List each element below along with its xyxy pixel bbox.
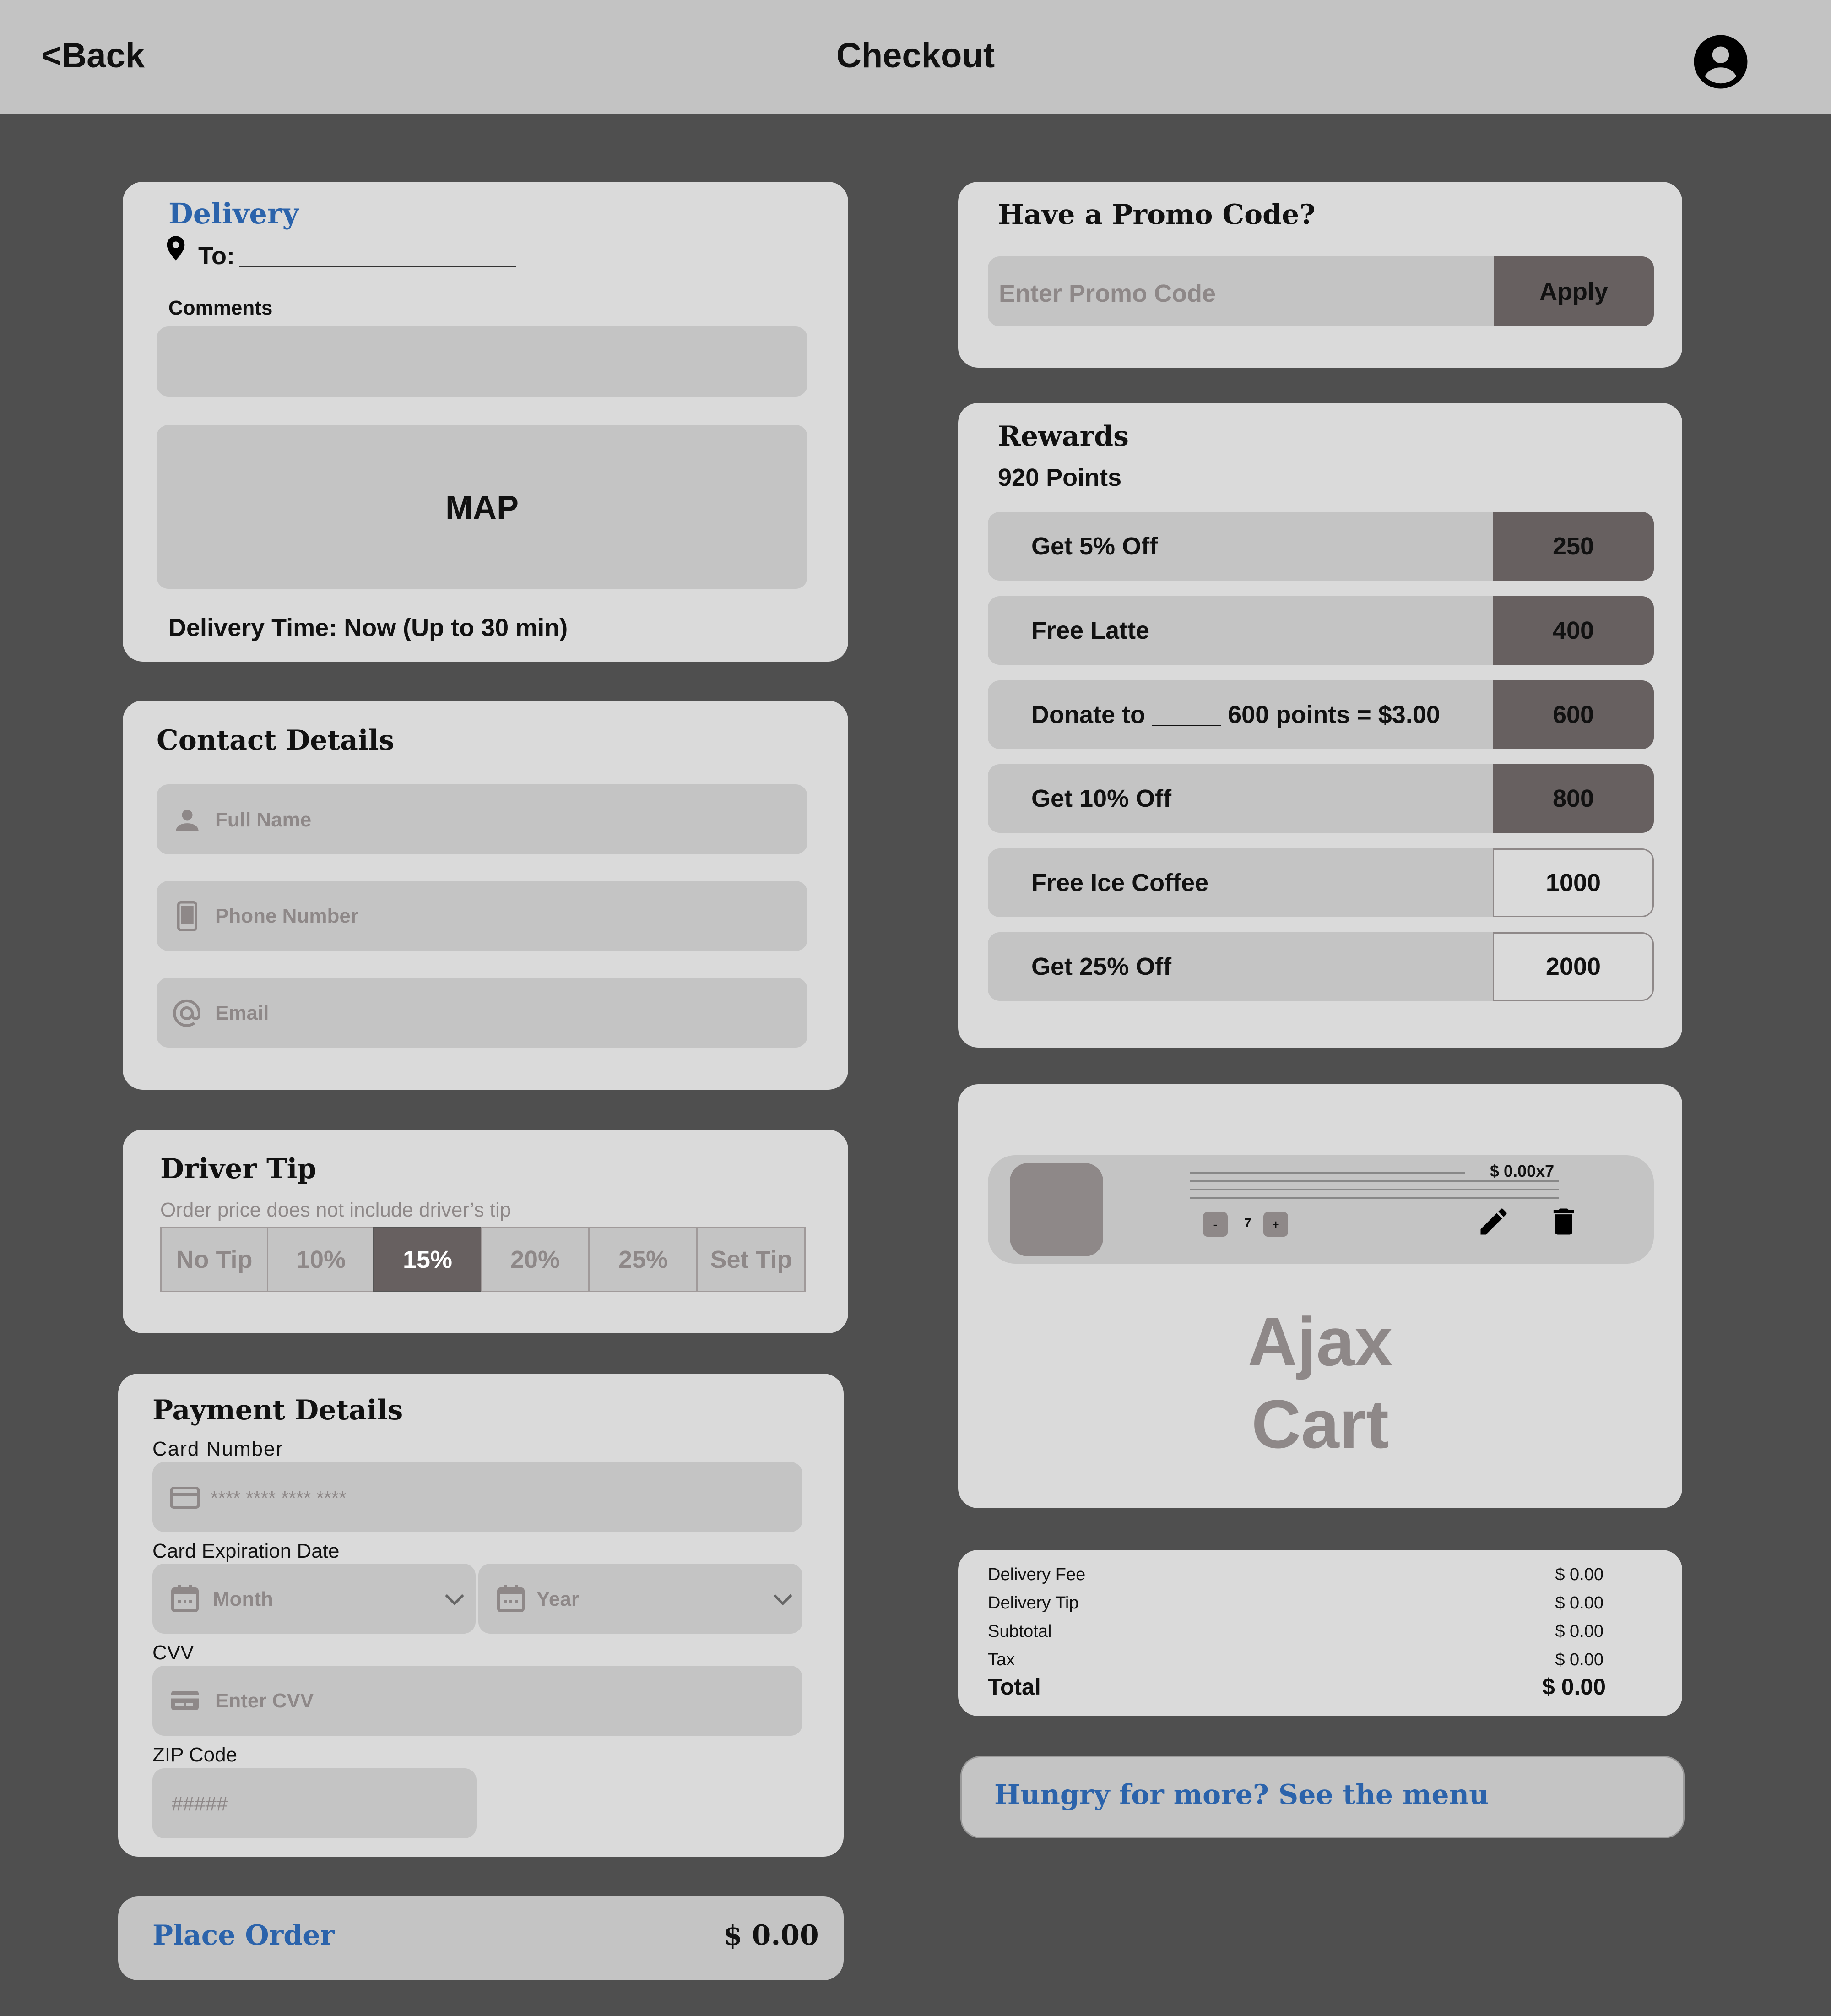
comments-input[interactable] [157,326,807,397]
see-menu-label: Hungry for more? See the menu [994,1779,1489,1811]
phone-icon [177,901,197,931]
cart-item-line [1190,1197,1559,1199]
reward-redeem-button[interactable]: 250 [1493,512,1654,581]
email-placeholder: Email [215,1002,269,1024]
calendar-icon [497,1585,525,1612]
quantity-plus-button[interactable]: + [1263,1212,1288,1237]
cart-item-image [1010,1163,1103,1256]
summary-total-value: $ 0.00 [1542,1674,1606,1700]
person-icon [176,810,199,831]
edit-icon[interactable] [1476,1204,1511,1239]
promo-heading: Have a Promo Code? [998,199,1316,231]
tip-option-3[interactable]: 15% [373,1227,482,1292]
quantity-value: 7 [1244,1216,1251,1230]
reward-redeem-button[interactable]: 600 [1493,680,1654,749]
summary-label: Delivery Fee [988,1565,1086,1584]
delivery-time: Delivery Time: Now (Up to 30 min) [168,614,568,641]
contact-heading: Contact Details [157,724,395,756]
card-back-icon [171,1691,199,1710]
summary-label: Delivery Tip [988,1593,1079,1613]
summary-row: Tax $ 0.00 [988,1650,1603,1670]
cvv-placeholder: Enter CVV [215,1690,314,1712]
reward-label: Get 10% Off [1031,785,1172,812]
quantity-minus-button[interactable]: - [1203,1212,1228,1237]
reward-row: Get 10% Off 800 [988,764,1654,833]
reward-row: Get 25% Off 2000 [988,932,1654,1001]
cart-item-line [1190,1172,1465,1174]
summary-row: Subtotal $ 0.00 [988,1622,1603,1641]
tip-option-5[interactable]: 25% [589,1227,698,1292]
location-pin-icon [167,236,185,261]
tip-option-4[interactable]: 20% [481,1227,590,1292]
summary-row: Delivery Fee $ 0.00 [988,1565,1603,1585]
full-name-placeholder: Full Name [215,809,312,831]
cart-item-price: $ 0.00x7 [1490,1162,1555,1180]
year-placeholder: Year [536,1588,579,1610]
reward-row: Donate to _____ 600 points = $3.00 600 [988,680,1654,749]
comments-label: Comments [168,297,273,319]
reward-row: Free Latte 400 [988,596,1654,665]
reward-label: Free Ice Coffee [1031,869,1209,897]
payment-heading: Payment Details [152,1394,403,1426]
top-bar: <Back Checkout [0,0,1831,114]
summary-value: $ 0.00 [1555,1593,1603,1613]
summary-value: $ 0.00 [1555,1565,1603,1584]
apply-button[interactable]: Apply [1494,256,1654,326]
cart-watermark: Ajax Cart [958,1300,1682,1465]
reward-row: Free Ice Coffee 1000 [988,848,1654,917]
chevron-down-icon[interactable] [442,1587,467,1612]
summary-label: Subtotal [988,1622,1052,1641]
trash-icon[interactable] [1546,1204,1581,1239]
page-title: Checkout [836,36,995,75]
delivery-heading: Delivery [168,197,299,230]
reward-label: Get 5% Off [1031,533,1158,560]
summary-total-row: Total $ 0.00 [988,1674,1606,1700]
reward-redeem-button[interactable]: 1000 [1493,848,1654,917]
tip-option-1[interactable]: No Tip [160,1227,268,1292]
cvv-label: CVV [152,1641,194,1664]
reward-redeem-button[interactable]: 2000 [1493,932,1654,1001]
rewards-points: 920 Points [998,464,1122,491]
place-order-label: Place Order [152,1919,335,1951]
expiration-label: Card Expiration Date [152,1540,340,1562]
summary-total-label: Total [988,1674,1041,1700]
cart-watermark-line1: Ajax [1247,1303,1393,1380]
summary-value: $ 0.00 [1555,1622,1603,1641]
cart-item-line [1190,1189,1559,1190]
delivery-address-input[interactable] [239,266,516,267]
at-sign-icon [173,999,200,1027]
credit-card-icon [170,1487,200,1509]
cart-watermark-line2: Cart [1251,1386,1389,1462]
phone-placeholder: Phone Number [215,905,358,927]
reward-redeem-button[interactable]: 800 [1493,764,1654,833]
zip-placeholder: ##### [172,1793,228,1815]
zip-label: ZIP Code [152,1744,238,1766]
chevron-down-icon[interactable] [770,1587,796,1612]
map-label: MAP [445,489,519,526]
reward-label: Free Latte [1031,617,1150,644]
driver-tip-note: Order price does not include driver’s ti… [160,1199,511,1221]
summary-label: Tax [988,1650,1015,1669]
month-placeholder: Month [213,1588,273,1610]
card-number-placeholder: **** **** **** **** [211,1487,347,1509]
place-order-amount: $ 0.00 [723,1919,819,1951]
account-icon[interactable] [1693,34,1749,90]
delivery-to-label: To: [198,242,235,270]
rewards-heading: Rewards [998,420,1129,452]
tip-option-2[interactable]: 10% [267,1227,375,1292]
tip-option-6[interactable]: Set Tip [697,1227,806,1292]
reward-label: Donate to _____ 600 points = $3.00 [1031,701,1440,728]
reward-row: Get 5% Off 250 [988,512,1654,581]
promo-placeholder: Enter Promo Code [999,280,1216,307]
summary-row: Delivery Tip $ 0.00 [988,1593,1603,1613]
calendar-icon [171,1585,199,1612]
reward-redeem-button[interactable]: 400 [1493,596,1654,665]
summary-value: $ 0.00 [1555,1650,1603,1669]
driver-tip-heading: Driver Tip [160,1153,317,1185]
reward-label: Get 25% Off [1031,953,1172,980]
card-number-label: Card Number [152,1438,284,1460]
